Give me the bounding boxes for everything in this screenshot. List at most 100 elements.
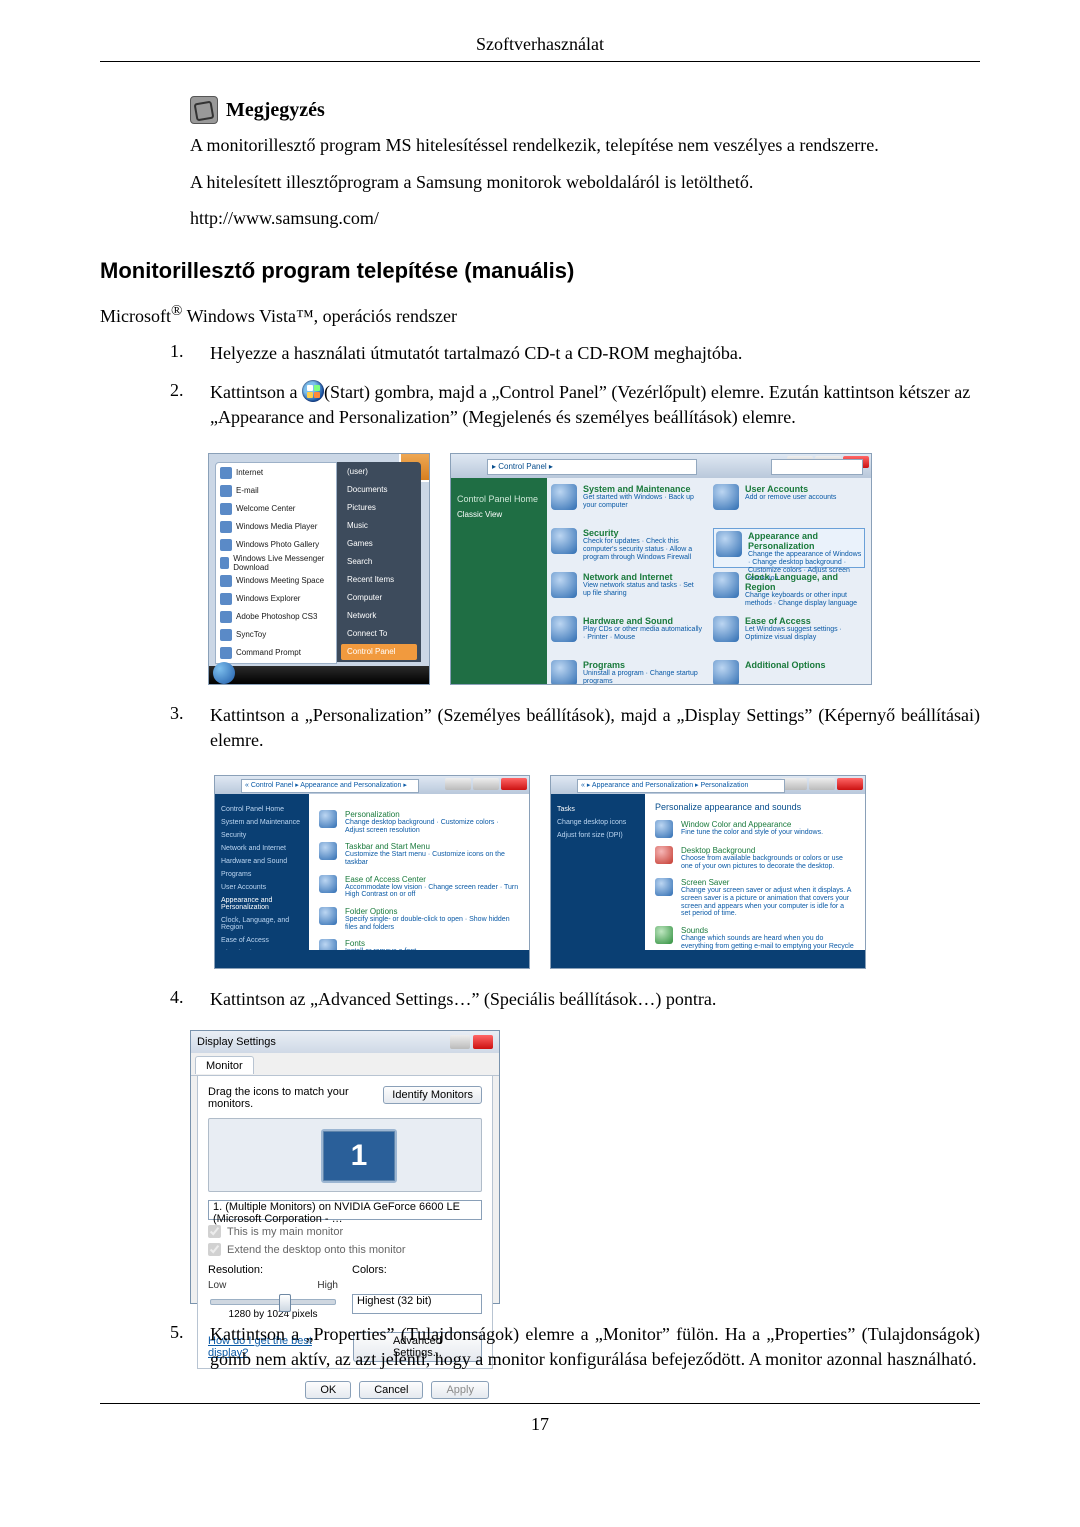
- step-3-num: 3.: [170, 703, 190, 753]
- ok-button[interactable]: OK: [305, 1381, 351, 1399]
- cp-category: System and MaintenanceGet started with W…: [551, 484, 703, 524]
- main-monitor-label: This is my main monitor: [227, 1226, 343, 1238]
- close-icon: [473, 1035, 493, 1049]
- colors-label: Colors:: [352, 1264, 482, 1276]
- search-box: [771, 459, 863, 475]
- colors-select[interactable]: Highest (32 bit): [352, 1294, 482, 1314]
- running-head: Szoftverhasználat: [100, 34, 980, 55]
- apply-button: Apply: [431, 1381, 489, 1399]
- address-bar: « ▸ Appearance and Personalization ▸ Per…: [577, 779, 785, 793]
- start-right-item: (user): [341, 464, 417, 480]
- step-2b: (Start) gombra, majd a „Control Panel” (…: [210, 382, 970, 427]
- tab-monitor[interactable]: Monitor: [195, 1056, 254, 1074]
- cp-category: Additional Options: [713, 660, 865, 685]
- note-block: Megjegyzés A monitorillesztő program MS …: [190, 96, 980, 230]
- steps-list-4: 5. Kattintson a „Properties” (Tulajdonsá…: [170, 1322, 980, 1372]
- start-item: Internet: [220, 465, 332, 481]
- os-suffix: Windows Vista™, operációs rendszer: [182, 306, 457, 326]
- ap-nav-item: Control Panel Home: [221, 806, 303, 813]
- step-1-num: 1.: [170, 341, 190, 366]
- cp-category: ProgramsUninstall a program · Change sta…: [551, 660, 703, 685]
- ap-nav-item: Programs: [221, 871, 303, 878]
- cancel-button[interactable]: Cancel: [359, 1381, 423, 1399]
- ap-nav-item: System and Maintenance: [221, 819, 303, 826]
- ap-nav-item: Security: [221, 832, 303, 839]
- start-right-item: Games: [341, 536, 417, 552]
- start-orb-icon: [302, 380, 324, 402]
- res-high: High: [317, 1280, 338, 1291]
- section-title: Monitorillesztő program telepítése (manu…: [100, 258, 980, 284]
- start-item: Windows Meeting Space: [220, 573, 332, 589]
- screenshot-start-menu: InternetE-mailWelcome CenterWindows Medi…: [208, 453, 430, 685]
- taskbar: [209, 666, 429, 684]
- start-right-item: Pictures: [341, 500, 417, 516]
- close-icon: [501, 778, 527, 790]
- address-bar: « Control Panel ▸ Appearance and Persona…: [241, 779, 419, 793]
- pers-nav-item: Adjust font size (DPI): [557, 832, 639, 839]
- start-right-item: Documents: [341, 482, 417, 498]
- note-p1: A monitorillesztő program MS hitelesítés…: [190, 134, 980, 157]
- step-4-body: Kattintson az „Advanced Settings…” (Spec…: [210, 987, 980, 1012]
- cp-category: Ease of AccessLet Windows suggest settin…: [713, 616, 865, 656]
- adapter-select[interactable]: 1. (Multiple Monitors) on NVIDIA GeForce…: [208, 1200, 482, 1220]
- note-icon: [190, 96, 218, 124]
- cp-category: Hardware and SoundPlay CDs or other medi…: [551, 616, 703, 656]
- pers-nav-item: Change desktop icons: [557, 819, 639, 826]
- start-item: Windows Media Player: [220, 519, 332, 535]
- cp-taskpane: Control Panel Home Classic View: [451, 478, 547, 684]
- start-item: Windows Live Messenger Download: [220, 555, 332, 571]
- cp-home-link: Control Panel Home: [457, 494, 541, 504]
- resolution-slider[interactable]: [210, 1299, 336, 1305]
- pers-item: SoundsChange which sounds are heard when…: [655, 926, 855, 950]
- start-right-item: Control Panel: [341, 644, 417, 660]
- step-5-body: Kattintson a „Properties” (Tulajdonságok…: [210, 1322, 980, 1372]
- start-item: Command Prompt: [220, 645, 332, 661]
- os-line: Microsoft® Windows Vista™, operációs ren…: [100, 302, 980, 328]
- steps-list-3: 4. Kattintson az „Advanced Settings…” (S…: [170, 987, 980, 1012]
- ap-item: Taskbar and Start MenuCustomize the Star…: [319, 842, 519, 866]
- cp-category-grid: System and MaintenanceGet started with W…: [551, 484, 865, 678]
- ap-nav-item: User Accounts: [221, 884, 303, 891]
- ap-item: PersonalizationChange desktop background…: [319, 810, 519, 834]
- step-3-body: Kattintson a „Personalization” (Személye…: [210, 703, 980, 753]
- step-1-body: Helyezze a használati útmutatót tartalma…: [210, 341, 980, 366]
- start-left-pane: InternetE-mailWelcome CenterWindows Medi…: [215, 462, 337, 664]
- screenshot-appearance-panel: « Control Panel ▸ Appearance and Persona…: [214, 775, 530, 969]
- step-2-num: 2.: [170, 380, 190, 430]
- ap-main: PersonalizationChange desktop background…: [309, 794, 529, 950]
- extend-checkbox: [208, 1243, 221, 1256]
- note-url: http://www.samsung.com/: [190, 207, 980, 230]
- page-number: 17: [100, 1414, 980, 1463]
- res-low: Low: [208, 1280, 226, 1291]
- steps-list: 1. Helyezze a használati útmutatót tarta…: [170, 341, 980, 431]
- screenshot-personalization: « ▸ Appearance and Personalization ▸ Per…: [550, 775, 866, 969]
- pers-nav: TasksChange desktop iconsAdjust font siz…: [551, 794, 645, 950]
- cp-category: Network and InternetView network status …: [551, 572, 703, 612]
- cp-category: User AccountsAdd or remove user accounts: [713, 484, 865, 524]
- note-heading: Megjegyzés: [226, 99, 325, 122]
- ap-nav-item: Clock, Language, and Region: [221, 917, 303, 931]
- ap-item: FontsInstall or remove a font: [319, 939, 519, 950]
- cp-category: Clock, Language, and RegionChange keyboa…: [713, 572, 865, 612]
- step-2a: Kattintson a: [210, 382, 302, 402]
- ap-nav-item: Network and Internet: [221, 845, 303, 852]
- screenshot-row-2: « Control Panel ▸ Appearance and Persona…: [100, 775, 980, 969]
- start-right-item: Search: [341, 554, 417, 570]
- monitor-well[interactable]: 1: [208, 1118, 482, 1192]
- ap-nav-item: Appearance and Personalization: [221, 897, 303, 911]
- step-2-body: Kattintson a (Start) gombra, majd a „Con…: [210, 380, 980, 430]
- identify-monitors-button[interactable]: Identify Monitors: [383, 1086, 482, 1104]
- start-item: Windows Explorer: [220, 591, 332, 607]
- resolution-label: Resolution:: [208, 1264, 338, 1276]
- start-right-pane: (user)DocumentsPicturesMusicGamesSearchR…: [337, 462, 421, 662]
- start-right-item: Music: [341, 518, 417, 534]
- extend-label: Extend the desktop onto this monitor: [227, 1244, 406, 1256]
- pers-main: Personalize appearance and soundsWindow …: [645, 794, 865, 950]
- address-bar: ▸ Control Panel ▸: [487, 459, 697, 475]
- cp-category: SecurityCheck for updates · Check this c…: [551, 528, 703, 568]
- screenshot-control-panel: ▸ Control Panel ▸ Control Panel Home Cla…: [450, 453, 872, 685]
- monitor-1-icon[interactable]: 1: [321, 1129, 397, 1183]
- start-item: Windows Photo Gallery: [220, 537, 332, 553]
- note-p2: A hitelesített illesztőprogram a Samsung…: [190, 171, 980, 194]
- start-item: Welcome Center: [220, 501, 332, 517]
